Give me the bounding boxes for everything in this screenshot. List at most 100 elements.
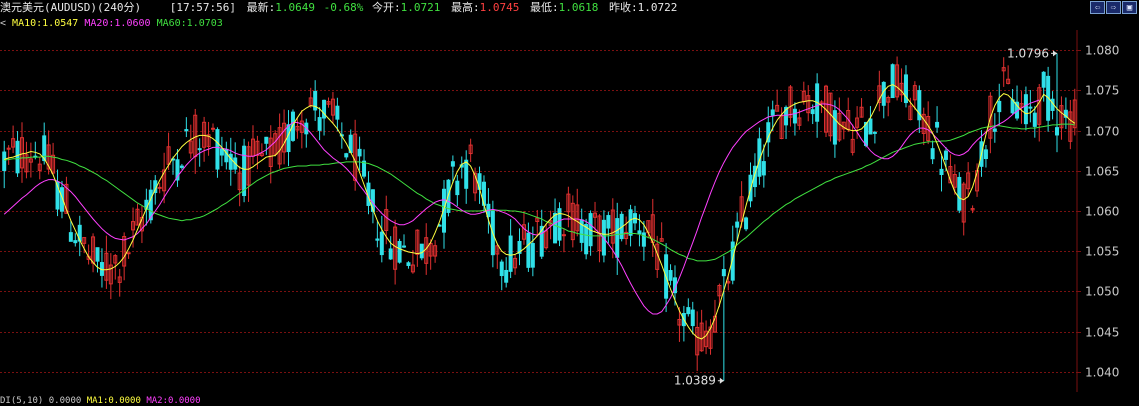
candle-body [641,232,646,247]
candle [690,301,695,335]
candle [513,254,518,275]
candle [744,216,749,232]
candle [242,138,247,203]
candle [886,95,891,117]
candle-body [388,248,393,260]
candle [704,320,709,355]
candle [206,121,211,156]
candle [157,183,162,194]
annotation-label: 1.0389 [674,374,716,388]
candle [957,172,962,214]
candle [15,131,20,177]
candle [1059,96,1064,140]
candle-body [286,124,291,153]
candle [686,298,691,317]
candle-body [943,150,948,160]
candle-body [615,218,620,258]
candle [211,123,216,132]
candle [1023,86,1028,131]
candle [495,243,500,269]
candle-body [530,243,535,268]
candle [903,65,908,108]
candle [597,214,602,263]
candle-body [15,140,20,174]
candle [468,138,473,163]
candle [228,137,233,186]
candle [219,136,224,167]
candle-body [68,232,73,242]
candle-body [219,148,224,156]
candle [379,215,384,263]
candle [91,233,96,273]
candle [259,143,264,158]
candle-body [317,117,322,131]
candle [99,248,104,288]
candle [526,222,531,272]
candle [268,125,273,184]
y-tick-label: 1.040 [1085,366,1119,380]
candle [668,264,673,286]
candle [397,238,402,264]
candle [850,124,855,156]
candle [1072,88,1077,136]
candle [579,208,584,252]
candle-body [810,109,815,115]
y-tick-label: 1.065 [1085,165,1119,179]
candle [779,107,784,140]
candle-body [215,129,220,170]
candle [872,130,877,144]
annotation-arrowhead [1053,50,1058,57]
candle [570,195,575,248]
candle [681,305,686,342]
candle [433,240,438,263]
candle [37,157,42,180]
candle [535,209,540,235]
candle [508,219,513,279]
candle-body [553,212,558,244]
ma20-line [3,99,1040,315]
ma60-line [4,123,1075,262]
candle [28,142,33,178]
candle [393,219,398,285]
candle-body [832,110,837,145]
candle-body [1023,94,1028,125]
candle [695,311,700,372]
candle-body [504,269,509,283]
y-axis: 1.080 1.075 1.070 1.065 1.060 1.055 1.050 1.045… [1076,30,1119,392]
candle [410,250,415,274]
candle-body [686,307,691,315]
candle-body [690,309,695,327]
candle-body [983,149,988,160]
candle-body [792,108,797,124]
candle-body [930,148,935,160]
candle [939,155,944,192]
candle [415,229,420,267]
candle [233,142,238,174]
candle-body [1041,71,1046,88]
candle [1015,85,1020,121]
candle-body [211,127,216,130]
candle [557,202,562,247]
candle-body [872,131,877,134]
candles [2,53,1077,381]
candle-body [526,232,531,268]
candle-body [197,148,202,151]
candle-body [561,234,566,237]
candle [544,224,549,250]
candle [792,102,797,136]
candle [1028,90,1033,123]
candle-body [868,118,873,135]
candle-body [419,243,424,259]
candle-body [357,148,362,157]
candle [455,174,460,207]
price-chart[interactable]: 1.080 1.075 1.070 1.065 1.060 1.055 1.050 1.045… [0,0,1139,405]
candle-body [95,247,100,262]
candle-body [744,217,749,230]
candle-body [735,221,740,228]
candle-body [397,240,402,263]
candle [921,107,926,146]
candle [95,247,100,273]
candle [51,142,56,176]
candle-body [464,159,469,189]
candle-body [770,109,775,116]
